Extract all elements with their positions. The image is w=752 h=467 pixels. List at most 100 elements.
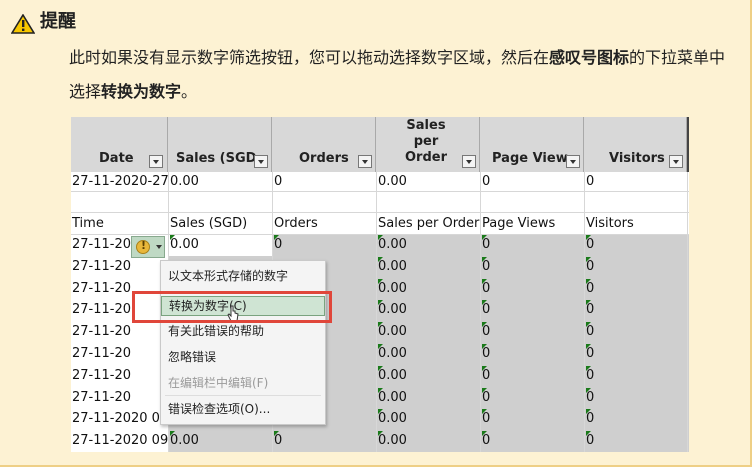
cell[interactable]: 27-11-202	[71, 345, 131, 363]
cell[interactable]: 27-11-202	[71, 301, 131, 319]
cell[interactable]: 27-11-202	[71, 323, 131, 341]
cell[interactable]: 0	[585, 345, 687, 363]
error-menu: 以文本形式存储的数字 转换为数字(C) 有关此错误的帮助 忽略错误 在编辑栏中编…	[160, 260, 326, 425]
dropdown-arrow-icon	[156, 245, 162, 249]
text-number-flag	[586, 256, 591, 262]
text-number-flag	[482, 235, 487, 240]
cell[interactable]: 0	[585, 173, 687, 191]
text-number-flag	[274, 235, 279, 240]
cell[interactable]: 0	[585, 367, 687, 385]
text-number-flag	[378, 256, 383, 262]
menu-item-stored-as-text: 以文本形式存储的数字	[168, 269, 289, 283]
menu-item-ignore-error[interactable]: 忽略错误	[161, 349, 325, 365]
cell[interactable]: Orders	[273, 215, 376, 233]
cell[interactable]: Sales (SGD)	[169, 215, 272, 233]
cell[interactable]: 0.00	[377, 410, 480, 428]
cell[interactable]: 0.00	[377, 173, 480, 191]
cell[interactable]: 0	[481, 367, 584, 385]
cell[interactable]: 27-11-202	[71, 389, 131, 407]
cell[interactable]: 0.00	[377, 345, 480, 363]
tip-panel: 提醒 此时如果没有显示数字筛选按钮，您可以拖动选择数字区域，然后在感叹号图标的下…	[0, 0, 752, 467]
cell[interactable]: 0	[481, 410, 584, 428]
cell[interactable]: 0	[585, 280, 687, 298]
text-number-flag	[482, 300, 487, 306]
text-number-flag	[170, 431, 175, 437]
text-number-flag	[482, 322, 487, 328]
cell[interactable]: 27-11-2020 09:	[71, 432, 168, 450]
cell[interactable]: 0	[585, 301, 687, 319]
header-date: Date	[71, 117, 168, 172]
cell[interactable]: 0	[481, 389, 584, 407]
cell[interactable]: 0	[481, 323, 584, 341]
cell[interactable]: 0	[481, 345, 584, 363]
text-number-flag	[378, 344, 383, 349]
header-page-views: Page View	[480, 117, 584, 172]
cell[interactable]: 0.00	[377, 258, 480, 276]
cell[interactable]: Page Views	[481, 215, 584, 233]
dropdown-arrow-icon[interactable]	[358, 155, 372, 168]
cell[interactable]: 27-11-202	[71, 280, 131, 298]
cell[interactable]: Visitors	[585, 215, 687, 233]
highlight-box	[132, 291, 332, 323]
cell[interactable]: 0	[585, 258, 687, 276]
cell[interactable]: 27-11-2020 00.	[71, 410, 168, 428]
cell[interactable]: 0	[273, 236, 376, 254]
cell[interactable]: 0.00	[169, 432, 272, 450]
text-number-flag	[378, 409, 383, 415]
cell[interactable]: 0	[585, 323, 687, 341]
text-number-flag	[586, 300, 591, 306]
text-number-flag	[170, 235, 175, 240]
text-number-flag	[482, 278, 487, 284]
cell[interactable]: 0.00	[377, 389, 480, 407]
cell[interactable]: 0.00	[377, 236, 480, 254]
text-number-flag	[586, 365, 591, 371]
dropdown-arrow-icon[interactable]	[462, 155, 476, 168]
cell[interactable]: 27-11-202	[71, 236, 131, 254]
cell[interactable]: 0	[481, 301, 584, 319]
cell[interactable]: 0.00	[169, 173, 272, 191]
dropdown-arrow-icon[interactable]	[669, 155, 683, 168]
instruction-text: 此时如果没有显示数字筛选按钮，您可以拖动选择数字区域，然后在感叹号图标的下拉菜单…	[69, 48, 726, 101]
cell[interactable]: 0.00	[377, 367, 480, 385]
cell[interactable]: 0.00	[377, 323, 480, 341]
header-orders: Orders	[272, 117, 376, 172]
error-indicator-button[interactable]	[131, 236, 165, 258]
cell[interactable]: 27-11-202	[71, 367, 131, 385]
cell[interactable]: 0	[481, 280, 584, 298]
cell[interactable]: 0	[273, 432, 376, 450]
warning-icon	[11, 14, 35, 34]
dropdown-arrow-icon[interactable]	[149, 155, 163, 168]
cell[interactable]: 0	[585, 389, 687, 407]
menu-item-help[interactable]: 有关此错误的帮助	[161, 323, 325, 339]
dropdown-arrow-icon[interactable]	[566, 155, 580, 168]
cell[interactable]: 0	[585, 432, 687, 450]
cell[interactable]: 0	[585, 236, 687, 254]
cell[interactable]: 27-11-202	[71, 258, 131, 276]
cell[interactable]: 0.00	[377, 301, 480, 319]
cell[interactable]: 0	[585, 410, 687, 428]
cell[interactable]: Sales per Order	[377, 215, 480, 233]
menu-item-error-checking-options[interactable]: 错误检查选项(O)...	[161, 401, 325, 417]
cell[interactable]: 0	[481, 173, 584, 191]
cell[interactable]: 0	[273, 173, 376, 191]
spreadsheet-screenshot: Date Sales (SGD Orders Sales per Order P…	[71, 117, 689, 452]
cell[interactable]: 0	[481, 432, 584, 450]
text-number-flag	[586, 278, 591, 284]
cell[interactable]: 0	[481, 258, 584, 276]
cell[interactable]: 0	[481, 236, 584, 254]
cell[interactable]: 27-11-2020-27-	[71, 173, 168, 191]
header-sales: Sales (SGD	[168, 117, 272, 172]
cell[interactable]: 0.00	[169, 236, 272, 254]
cell[interactable]: Time	[71, 215, 168, 233]
text-number-flag	[586, 409, 591, 415]
dropdown-arrow-icon[interactable]	[254, 155, 268, 168]
error-indicator-icon	[136, 239, 150, 254]
cell[interactable]: 0.00	[377, 280, 480, 298]
header-label: Page View	[492, 151, 568, 166]
cell[interactable]: 0.00	[377, 432, 480, 450]
tip-title: 提醒	[40, 11, 76, 32]
header-visitors: Visitors	[584, 117, 687, 172]
text-number-flag	[482, 256, 487, 262]
text-number-flag	[586, 387, 591, 393]
text-number-flag	[274, 431, 279, 437]
